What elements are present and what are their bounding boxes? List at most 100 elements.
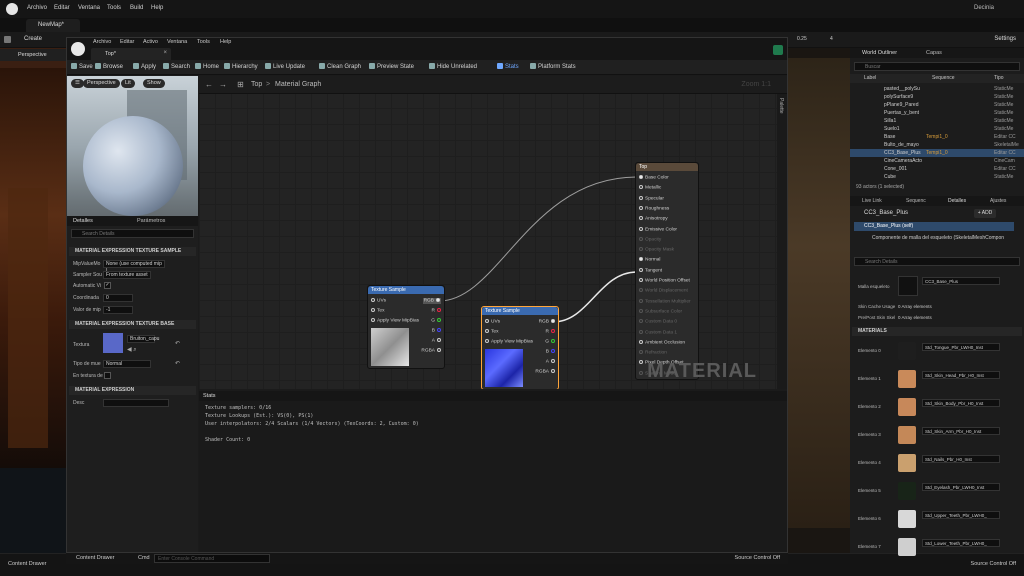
pin-out-a[interactable]: A xyxy=(432,338,441,344)
home-button[interactable]: Home xyxy=(195,63,219,70)
outliner-row[interactable]: pPlane9_Pared StaticMe xyxy=(850,101,1024,109)
save-button[interactable]: Save xyxy=(71,63,93,70)
pin-tex[interactable]: Tex xyxy=(371,308,384,314)
cmd-label[interactable]: Cmd xyxy=(138,555,150,561)
menu-item-build[interactable]: Build xyxy=(130,5,143,11)
pin-tex[interactable]: Tex xyxy=(485,329,498,335)
console-input[interactable]: Enter Console Command xyxy=(154,554,270,563)
tab-detalles[interactable]: Detalles xyxy=(73,218,93,224)
coord-input[interactable]: 0 xyxy=(103,294,133,302)
material-input-pin[interactable]: Refraction xyxy=(639,350,667,356)
tab-live-link[interactable]: Live Link xyxy=(862,198,882,204)
mat-menu-tools[interactable]: Tools xyxy=(197,39,210,45)
skeletal-component-row[interactable]: Componente de malla del esqueleto (Skele… xyxy=(872,235,1004,241)
section-texture-base[interactable]: MATERIAL EXPRESSION TEXTURE BASE xyxy=(69,320,196,329)
material-select[interactable]: Std_Skin_Head_Pbr_H0_Inst xyxy=(922,371,1000,379)
outliner-row[interactable]: Suelo1 StaticMe xyxy=(850,125,1024,133)
material-input-pin[interactable]: Ambient Occlusion xyxy=(639,339,685,345)
material-input-pin[interactable]: Custom Data 0 xyxy=(639,319,677,325)
automatic-checkbox[interactable]: ✓ xyxy=(104,282,111,289)
preview-state-button[interactable]: Preview State xyxy=(369,63,414,70)
material-thumbnail[interactable] xyxy=(898,370,916,388)
material-select[interactable]: Std_Eyelash_Pbr_LWH0_Inst xyxy=(922,483,1000,491)
material-select[interactable]: Std_Skin_Body_Pbr_H0_Inst xyxy=(922,399,1000,407)
save-all-icon[interactable] xyxy=(4,36,11,43)
browse-button[interactable]: Browse xyxy=(95,63,123,70)
menu-item-archivo[interactable]: Archivo xyxy=(27,5,47,11)
lit-pill[interactable]: Lit xyxy=(121,79,135,88)
platform-stats-button[interactable]: Platform Stats xyxy=(530,63,576,70)
outliner-row[interactable]: Silla1 StaticMe xyxy=(850,117,1024,125)
mesh-thumbnail[interactable] xyxy=(898,276,918,296)
material-input-pin[interactable]: Custom Data 1 xyxy=(639,329,677,335)
user-name[interactable]: Decinia xyxy=(974,5,994,11)
pin-out-g[interactable]: G xyxy=(431,318,441,324)
outliner-row[interactable]: Bulto_de_mayo SkeletalMe xyxy=(850,141,1024,149)
outliner-row[interactable]: Puertas_y_bent StaticMe xyxy=(850,109,1024,117)
outliner-row[interactable]: Base Tempi1_0 Editar CC xyxy=(850,133,1024,141)
pin-uvs[interactable]: UVs xyxy=(485,319,500,325)
pin-out-r[interactable]: R xyxy=(546,329,555,335)
hierarchy-button[interactable]: Hierarchy xyxy=(224,63,258,70)
material-select[interactable]: Std_Nails_Pbr_H0_Inst xyxy=(922,455,1000,463)
outliner-row[interactable]: polySurface9 StaticMe xyxy=(850,93,1024,101)
window-settings-icon[interactable] xyxy=(773,45,783,55)
pin-out-b[interactable]: B xyxy=(432,328,441,334)
const-mip-input[interactable]: -1 xyxy=(103,306,133,314)
col-type[interactable]: Tipo xyxy=(994,74,1004,83)
section-texture-sample[interactable]: MATERIAL EXPRESSION TEXTURE SAMPLE xyxy=(69,247,196,256)
pin-out-rgba[interactable]: RGBA xyxy=(535,369,555,375)
sampler-source-select[interactable]: From texture asset xyxy=(103,271,151,279)
outer-content-drawer[interactable]: Content Drawer xyxy=(8,561,47,567)
close-tab-icon[interactable]: × xyxy=(163,50,167,56)
pin-out-rgb[interactable]: RGB xyxy=(422,298,441,304)
outliner-row[interactable]: CineCameraActo CineCam xyxy=(850,157,1024,165)
texture-thumbnail[interactable] xyxy=(103,333,123,353)
perspective-pill[interactable]: Perspective xyxy=(83,79,120,88)
pin-mipbias[interactable]: Apply View MipBias xyxy=(371,318,419,324)
pin-out-rgb[interactable]: RGB xyxy=(539,319,555,325)
level-viewport-left[interactable] xyxy=(0,48,66,553)
col-sequence[interactable]: Sequence xyxy=(932,74,955,83)
tab-parametros[interactable]: Parámetros xyxy=(137,218,165,224)
mesh-select[interactable]: CC3_Base_Plus xyxy=(922,277,1000,285)
level-viewport-mode[interactable]: Perspective xyxy=(0,49,66,61)
outer-source-control[interactable]: Source Control Off xyxy=(971,561,1016,567)
texture-select[interactable]: Bruiton_capu xyxy=(127,335,159,343)
sampler-type-select[interactable]: Normal xyxy=(103,360,151,368)
tab-capas[interactable]: Capas xyxy=(926,50,942,56)
material-thumbnail[interactable] xyxy=(898,454,916,472)
mat-menu-archivo[interactable]: Archivo xyxy=(93,39,111,45)
show-pill[interactable]: Show xyxy=(143,79,165,88)
reset-icon[interactable]: ↶ xyxy=(175,360,180,367)
viewport-menu-icon[interactable]: ☰ xyxy=(71,79,84,88)
mip-select[interactable]: None (use computed mip l xyxy=(103,260,165,274)
desc-input[interactable] xyxy=(103,399,169,407)
hide-unrelated-button[interactable]: Hide Unrelated xyxy=(429,63,477,70)
material-result-node[interactable]: Top Base Color Metallic Specular Roughness A… xyxy=(635,162,699,380)
pin-out-a[interactable]: A xyxy=(546,359,555,365)
material-input-pin[interactable]: Tangent xyxy=(639,267,662,273)
details-search-input[interactable]: Search Details xyxy=(71,229,194,238)
mat-menu-ventana[interactable]: Ventana xyxy=(167,39,187,45)
mat-menu-activo[interactable]: Activo xyxy=(143,39,158,45)
menu-item-editar[interactable]: Editar xyxy=(54,5,70,11)
material-input-pin[interactable]: Emissive Color xyxy=(639,226,677,232)
details-right-search[interactable]: Search Details xyxy=(854,257,1020,266)
material-input-pin[interactable]: Opacity Mask xyxy=(639,247,674,253)
clean-graph-button[interactable]: Clean Graph xyxy=(319,63,361,70)
component-self-row[interactable]: CC3_Base_Plus (self) xyxy=(854,222,1014,231)
add-component-button[interactable]: + ADD xyxy=(974,209,996,218)
menu-item-tools[interactable]: Tools xyxy=(107,5,121,11)
tab-ajustes[interactable]: Ajustes xyxy=(990,198,1006,204)
material-thumbnail[interactable] xyxy=(898,510,916,528)
texture-sample-node-2[interactable]: Texture Sample UVs Tex Apply View MipBia… xyxy=(481,306,559,389)
material-input-pin[interactable]: World Position Offset xyxy=(639,278,690,284)
browse-asset-icon[interactable]: ◀ ⌕ xyxy=(127,346,137,354)
stats-tab[interactable]: Stats xyxy=(199,391,787,401)
mat-menu-editar[interactable]: Editar xyxy=(120,39,134,45)
material-input-pin[interactable]: Tessellation Multiplier xyxy=(639,298,691,304)
material-select[interactable]: Std_Upper_Teeth_Pbr_LWH0_ xyxy=(922,511,1000,519)
map-tab[interactable]: NewMap* xyxy=(26,19,80,32)
material-input-pin[interactable]: Subsurface Color xyxy=(639,308,682,314)
